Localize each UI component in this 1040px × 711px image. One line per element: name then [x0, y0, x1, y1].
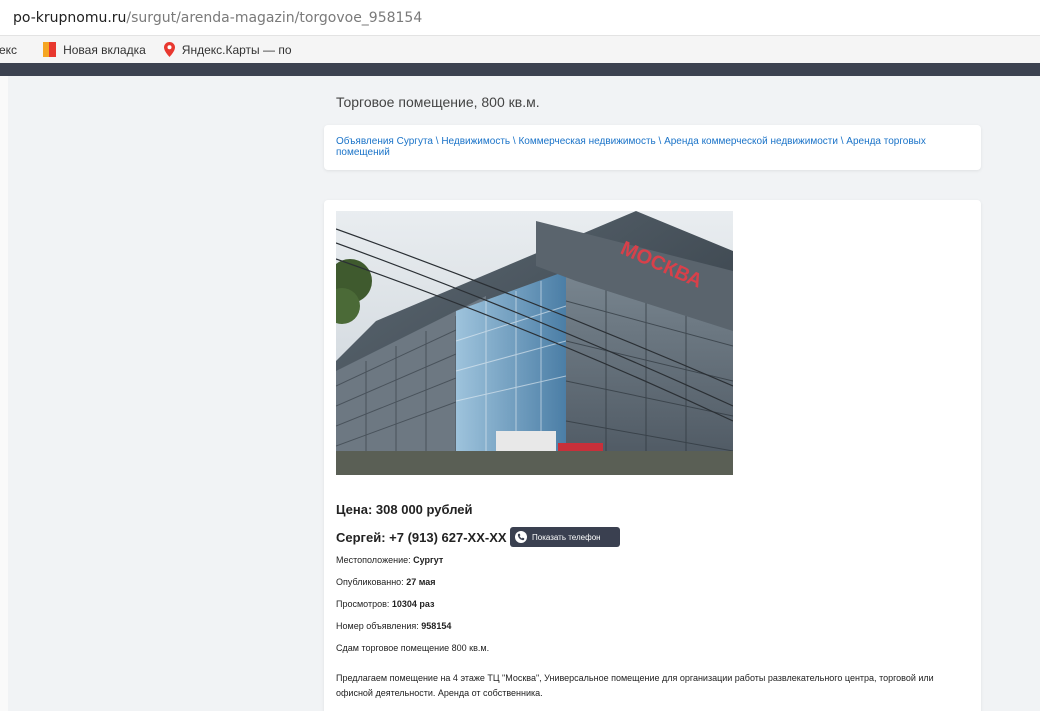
- listing-description: Предлагаем помещение на 4 этаже ТЦ "Моск…: [336, 673, 934, 698]
- breadcrumb-link-commercial[interactable]: Коммерческая недвижимость: [518, 136, 655, 147]
- url-text: po-krupnomu.ru/surgut/arenda-magazin/tor…: [13, 10, 422, 26]
- views-row: Просмотров: 10304 раз: [336, 599, 435, 609]
- site-header-strip: [0, 63, 1040, 76]
- published-row: Опубликованно: 27 мая: [336, 577, 436, 587]
- bookmark-new-tab[interactable]: Новая вкладка: [43, 42, 146, 57]
- bookmarks-bar: екс Новая вкладка Яндекс.Карты — по: [0, 36, 1040, 63]
- listing-photo[interactable]: МОСКВА: [336, 211, 733, 475]
- page-title: Торговое помещение, 800 кв.м.: [336, 94, 540, 110]
- show-phone-button[interactable]: Показать телефон: [510, 527, 620, 547]
- bookmark-label: Новая вкладка: [63, 42, 146, 57]
- views-label: Просмотров:: [336, 599, 390, 609]
- ad-number-value: 958154: [421, 621, 452, 631]
- show-phone-label: Показать телефон: [532, 532, 601, 542]
- url-domain: po-krupnomu.ru: [13, 9, 127, 26]
- phone-icon: [515, 531, 527, 543]
- bookmark-flag-icon: [43, 42, 57, 57]
- bookmark-label: Яндекс.Карты — по: [181, 42, 292, 57]
- published-value: 27 мая: [406, 577, 436, 587]
- bookmark-yandex[interactable]: екс: [0, 43, 17, 57]
- breadcrumb-link-ads[interactable]: Объявления Сургута: [336, 136, 433, 147]
- ad-number-label: Номер объявления:: [336, 621, 419, 631]
- listing-summary: Сдам торговое помещение 800 кв.м.: [336, 643, 490, 653]
- bookmark-yandex-maps[interactable]: Яндекс.Карты — по: [163, 42, 292, 57]
- seller-contact: Сергей: +7 (913) 627-XX-XX: [336, 530, 507, 545]
- breadcrumb-link-commercial-rent[interactable]: Аренда коммерческой недвижимости: [664, 136, 838, 147]
- bookmark-label: екс: [0, 42, 18, 57]
- left-edge: [0, 76, 8, 711]
- address-bar[interactable]: po-krupnomu.ru/surgut/arenda-magazin/tor…: [0, 0, 1040, 36]
- ad-number-row: Номер объявления: 958154: [336, 621, 451, 631]
- url-path: /surgut/arenda-magazin/torgovoe_958154: [126, 9, 423, 26]
- breadcrumb-link-realty[interactable]: Недвижимость: [441, 136, 510, 147]
- location-row: Местоположение: Сургут: [336, 555, 443, 565]
- breadcrumb: Объявления Сургута \ Недвижимость \ Комм…: [324, 125, 981, 170]
- building-photo: МОСКВА: [336, 211, 733, 475]
- location-value: Сургут: [413, 555, 444, 565]
- map-pin-icon: [163, 42, 175, 57]
- breadcrumb-separator: \: [655, 136, 665, 147]
- views-value: 10304 раз: [391, 599, 435, 609]
- published-label: Опубликованно:: [336, 577, 404, 587]
- location-label: Местоположение:: [336, 555, 411, 565]
- listing-price: Цена: 308 000 рублей: [336, 502, 473, 517]
